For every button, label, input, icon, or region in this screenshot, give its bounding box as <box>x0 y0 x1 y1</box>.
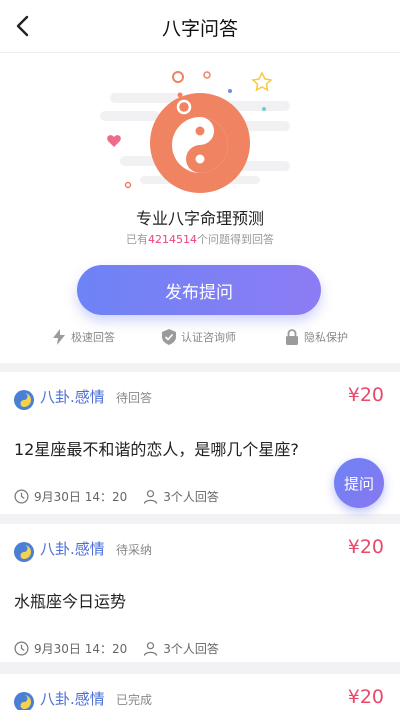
shield-check-icon <box>162 329 176 345</box>
answered-count: 已有4214514个问题得到回答 <box>126 233 274 246</box>
answered-count-number: 4214514 <box>148 233 197 246</box>
question-card[interactable]: 八卦.感情 已完成 ¥20 <box>0 674 400 710</box>
question-time: 9月30日 14：20 <box>34 642 128 656</box>
question-text[interactable]: 水瓶座今日运势 <box>14 588 126 612</box>
nav-bar: 八字问答 <box>0 0 400 53</box>
question-status: 已完成 <box>116 693 153 707</box>
question-price: ¥20 <box>347 536 384 558</box>
question-status: 待回答 <box>116 391 153 405</box>
question-answer-count: 3个人回答 <box>163 490 219 504</box>
category-avatar-icon <box>14 542 34 562</box>
question-card[interactable]: 八卦.感情 待采纳 ¥20 水瓶座今日运势 9月30日 14：20 3个人回答 <box>0 524 400 662</box>
feature-certified: 认证咨询师 <box>162 329 236 345</box>
question-price: ¥20 <box>347 384 384 406</box>
question-category[interactable]: 八卦.感情 <box>40 688 105 709</box>
yin-yang-illustration <box>100 71 290 193</box>
question-meta: 9月30日 14：20 3个人回答 <box>14 488 219 505</box>
category-avatar-icon <box>14 390 34 410</box>
feature-list: 极速回答 认证咨询师 隐私保护 <box>0 329 400 349</box>
feature-fast: 极速回答 <box>52 329 115 345</box>
person-icon <box>144 642 158 656</box>
feature-privacy: 隐私保护 <box>285 329 348 345</box>
question-time: 9月30日 14：20 <box>34 490 128 504</box>
lightning-icon <box>53 329 65 345</box>
question-status: 待采纳 <box>116 543 153 557</box>
clock-icon <box>14 641 29 656</box>
question-answer-count: 3个人回答 <box>163 642 219 656</box>
question-meta: 9月30日 14：20 3个人回答 <box>14 640 219 657</box>
page-title: 八字问答 <box>161 18 238 40</box>
category-avatar-icon <box>14 692 34 710</box>
hero-slogan: 专业八字命理预测 <box>135 209 264 228</box>
question-category[interactable]: 八卦.感情 <box>40 386 105 407</box>
question-category[interactable]: 八卦.感情 <box>40 538 105 559</box>
question-price: ¥20 <box>347 686 384 708</box>
clock-icon <box>14 489 29 504</box>
publish-question-button[interactable]: 发布提问 <box>77 265 321 315</box>
person-icon <box>144 490 158 504</box>
floating-ask-button[interactable]: 提问 <box>334 458 384 508</box>
lock-icon <box>286 329 298 345</box>
question-text[interactable]: 12星座最不和谐的恋人，是哪几个星座? <box>14 436 299 460</box>
hero-section: 专业八字命理预测 已有4214514个问题得到回答 发布提问 极速回答 认证咨询… <box>0 53 400 363</box>
